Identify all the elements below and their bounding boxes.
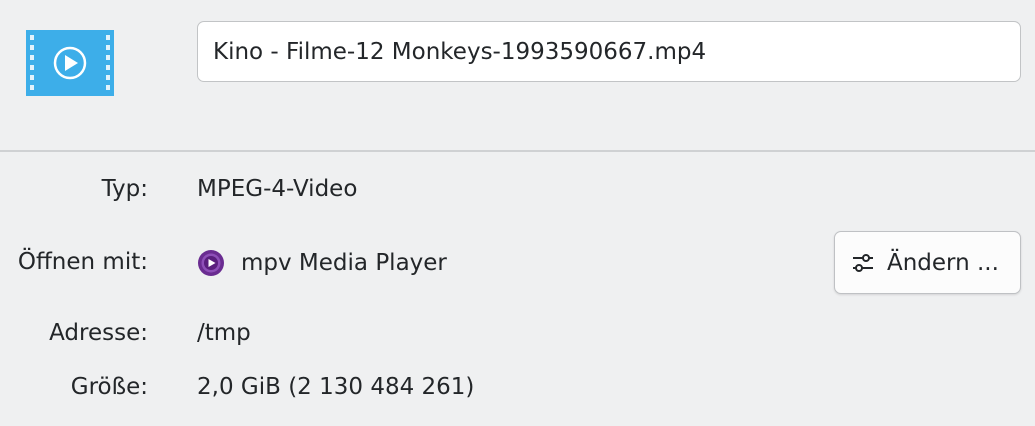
type-value: MPEG-4-Video	[197, 176, 358, 202]
open-with-label: Öffnen mit:	[17, 249, 148, 275]
filename-input[interactable]	[197, 21, 1021, 82]
divider	[0, 150, 1035, 152]
size-label: Größe:	[70, 374, 148, 400]
change-button[interactable]: Ändern ...	[834, 231, 1021, 294]
file-properties-dialog: Typ: MPEG-4-Video Öffnen mit: mpv Media …	[0, 0, 1035, 426]
change-button-label: Ändern ...	[887, 249, 999, 276]
type-label: Typ:	[101, 176, 148, 202]
mpv-icon	[197, 249, 225, 277]
open-with-value: mpv Media Player	[197, 249, 447, 277]
address-label: Adresse:	[49, 320, 148, 346]
configure-icon	[851, 251, 875, 275]
open-with-app-name: mpv Media Player	[241, 250, 447, 276]
address-value: /tmp	[197, 320, 251, 346]
video-file-icon[interactable]	[26, 30, 114, 96]
size-value: 2,0 GiB (2 130 484 261)	[197, 374, 475, 400]
